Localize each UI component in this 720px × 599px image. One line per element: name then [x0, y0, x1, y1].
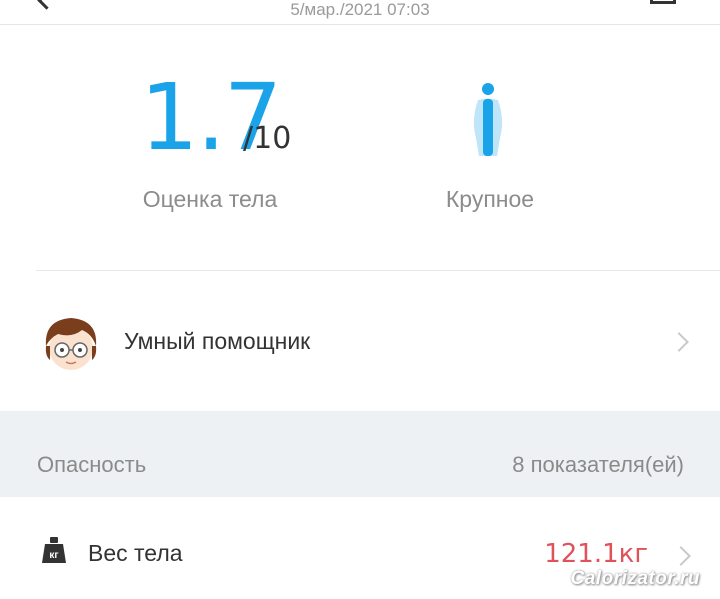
metric-label: Вес тела: [88, 540, 183, 566]
metric-value: 121.1кг: [544, 539, 648, 569]
body-figure-icon: [473, 83, 503, 156]
smart-assistant-row[interactable]: Умный помощник: [0, 290, 720, 400]
risk-section-header: Опасность 8 показателя(ей): [0, 411, 720, 497]
chevron-right-icon: [671, 546, 691, 566]
risk-section-title: Опасность: [37, 452, 147, 477]
body-type-card: Крупное: [380, 60, 600, 240]
weight-kg-icon: кг: [42, 537, 66, 563]
assistant-avatar: [45, 318, 97, 370]
top-bar: 5/мар./2021 07:03: [0, 0, 720, 25]
chevron-right-icon: [669, 332, 689, 352]
svg-text:кг: кг: [49, 550, 58, 561]
divider: [36, 270, 720, 271]
watermark: Calorizator.ru: [570, 568, 700, 589]
share-icon[interactable]: [650, 0, 676, 4]
body-type-label: Крупное: [445, 186, 535, 212]
body-score-label: Оценка тела: [142, 186, 278, 212]
measurement-datetime: 5/мар./2021 07:03: [290, 0, 430, 19]
risk-indicator-count: 8 показателя(ей): [512, 452, 684, 477]
body-score-max: /10: [243, 121, 292, 156]
smart-assistant-label: Умный помощник: [124, 328, 311, 354]
body-score-card: 1.7 /10 Оценка тела: [0, 60, 360, 240]
